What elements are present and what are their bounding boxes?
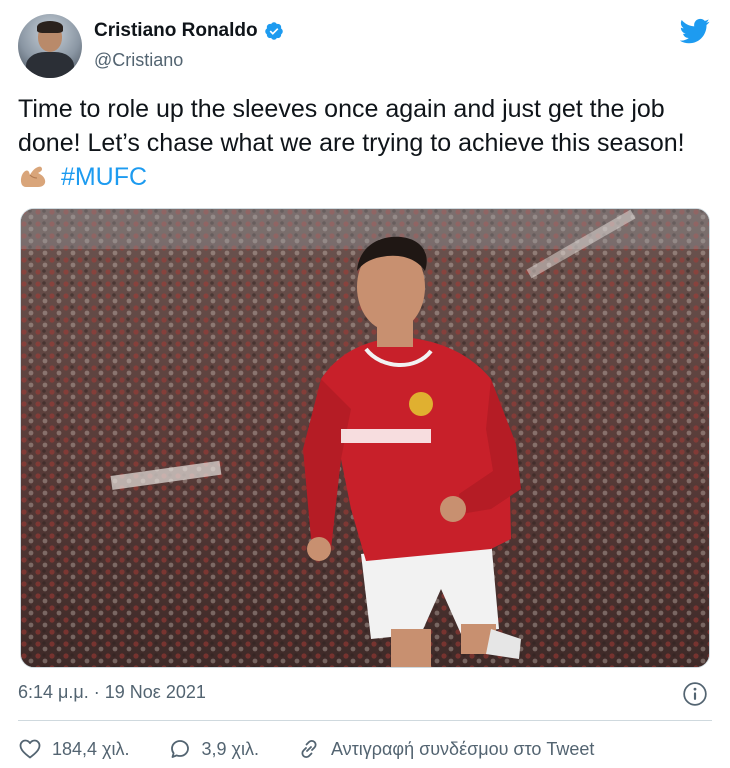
heart-icon	[19, 739, 41, 759]
handle[interactable]: @Cristiano	[94, 50, 183, 71]
reply-button[interactable]: 3,9 χιλ.	[168, 737, 259, 761]
like-count: 184,4 χιλ.	[52, 738, 130, 759]
flexed-biceps-emoji-icon	[20, 166, 46, 187]
twitter-bird-icon[interactable]	[680, 16, 710, 46]
name-row: Cristiano Ronaldo	[94, 20, 284, 42]
link-icon	[301, 739, 317, 759]
tweet-timestamp[interactable]: 6:14 μ.μ. · 19 Νοε 2021	[18, 682, 206, 703]
reply-count: 3,9 χιλ.	[201, 738, 259, 759]
tweet-body: Time to role up the sleeves once again a…	[18, 95, 685, 157]
avatar[interactable]	[18, 14, 82, 78]
copy-link-label: Αντιγραφή συνδέσμου στο Tweet	[330, 738, 595, 759]
tweet-text: Time to role up the sleeves once again a…	[18, 92, 712, 194]
hashtag-link[interactable]: #MUFC	[61, 163, 147, 191]
player-photo-illustration	[21, 209, 709, 667]
reply-bubble-icon	[170, 740, 189, 758]
divider	[18, 720, 712, 721]
display-name[interactable]: Cristiano Ronaldo	[94, 20, 258, 42]
action-bar: 184,4 χιλ. 3,9 χιλ. Αντιγραφή συνδέσμου …	[18, 734, 594, 764]
tweet-photo[interactable]	[20, 208, 710, 668]
verified-badge-icon	[264, 22, 283, 40]
info-icon[interactable]	[682, 681, 708, 707]
like-button[interactable]: 184,4 χιλ.	[18, 737, 130, 761]
tweet-header: Cristiano Ronaldo @Cristiano	[18, 14, 712, 78]
copy-link-button[interactable]: Αντιγραφή συνδέσμου στο Tweet	[297, 737, 594, 761]
